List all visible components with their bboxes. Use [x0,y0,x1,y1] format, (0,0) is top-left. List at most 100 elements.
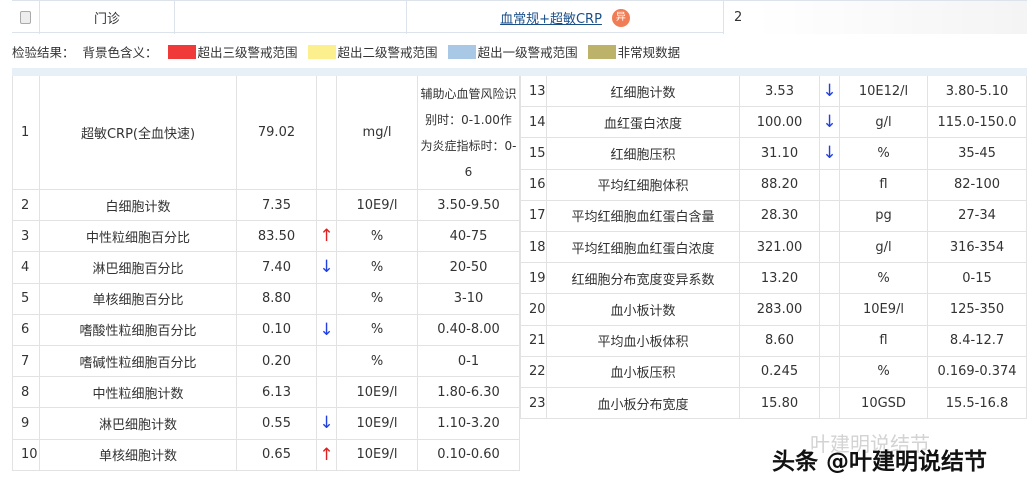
table-row: 2 白细胞计数 7.35 10E9/l 3.50-9.50 [12,190,520,222]
cell-range: 3.50-9.50 [418,190,520,221]
cell-name: 单核细胞百分比 [40,283,237,314]
cell-unit: g/l [840,107,928,138]
cell-unit: g/l [840,232,928,263]
cell-range: 20-50 [418,252,520,283]
cell-unit: pg [840,200,928,231]
cell-no: 10 [12,439,40,470]
cell-unit: 10E9/l [337,408,418,439]
table-row: 16 平均红细胞体积 88.20 fl 82-100 [520,169,1027,201]
flag-cell [317,76,337,189]
flag-cell [820,294,840,325]
table-row: 21 平均血小板体积 8.60 fl 8.4-12.7 [520,325,1027,357]
cell-no: 22 [520,356,547,387]
legend-meaning: 背景色含义： [82,45,158,60]
arrow-down-icon: ↓ [822,112,837,133]
flag-cell [820,388,840,419]
cell-range: 1.80-6.30 [418,377,520,408]
flag-cell [317,346,337,377]
row-checkbox[interactable] [12,1,40,34]
cell-unit: % [337,221,418,252]
cell-value: 31.10 [740,138,820,169]
cell-name: 平均血小板体积 [547,325,740,356]
cell-name: 红细胞压积 [547,138,740,169]
table-row: 4 淋巴细胞百分比 7.40 ↓% 20-50 [12,252,520,284]
flag-cell: ↑ [317,439,337,470]
cell-range: 3.80-5.10 [928,76,1027,107]
cell-name: 红细胞分布宽度变异系数 [547,263,740,294]
arrow-down-icon: ↓ [319,257,334,278]
cell-range: 0.10-0.60 [418,439,520,470]
abnormal-badge: 异 [611,8,630,27]
cell-no: 3 [12,221,40,252]
cell-no: 7 [12,346,40,377]
table-row: 22 血小板压积 0.245% 0.169-0.374 [520,356,1027,388]
cell-range: 辅助心血管风险识别时：0-1.00作为炎症指标时：0-6 [418,76,520,189]
flag-cell [317,190,337,221]
cell-no: 20 [520,294,547,325]
legend-item-label: 超出二级警戒范围 [337,45,438,60]
cell-name: 单核细胞计数 [40,439,237,470]
cell-no: 15 [520,138,547,169]
cell-unit: % [840,356,928,387]
cell-value: 283.00 [740,294,820,325]
cell-unit: % [337,314,418,345]
cell-unit: 10E9/l [337,190,418,221]
cell-value: 0.10 [237,314,317,345]
arrow-down-icon: ↓ [319,319,334,340]
table-row: 1 超敏CRP(全血快速) 79.02 mg/l 辅助心血管风险识别时：0-1.00作为… [12,76,520,190]
cell-no: 13 [520,76,547,107]
cell-name: 平均红细胞体积 [547,169,740,200]
flag-cell: ↓ [820,76,840,107]
test-link[interactable]: 血常规+超敏CRP [500,8,602,27]
legend-items: 超出三级警戒范围 超出二级警戒范围 超出一级警戒范围 非常规数据 [158,42,680,61]
cell-range: 40-75 [418,221,520,252]
cell-value: 7.40 [237,252,317,283]
cell-unit: 10E12/l [840,76,928,107]
table-row: 7 嗜碱性粒细胞百分比 0.20% 0-1 [12,346,520,378]
cell-value: 79.02 [237,76,317,189]
cell-range: 82-100 [928,169,1027,200]
cell-unit: fl [840,169,928,200]
cell-value: 6.13 [237,377,317,408]
cell-range: 0.40-8.00 [418,314,520,345]
table-row: 20 血小板计数 283.00 10E9/l 125-350 [520,294,1027,326]
flag-cell [820,232,840,263]
cell-no: 9 [12,408,40,439]
cell-no: 23 [520,388,547,419]
cell-name: 嗜碱性粒细胞百分比 [40,346,237,377]
cell-range: 35-45 [928,138,1027,169]
table-header-strip [12,68,1027,76]
redacted-cell [175,1,407,34]
cell-unit: 10E9/l [840,294,928,325]
cell-range: 125-350 [928,294,1027,325]
cell-value: 0.245 [740,356,820,387]
cell-unit: 10E9/l [337,439,418,470]
table-row: 10 单核细胞计数 0.65 ↑ 10E9/l 0.10-0.60 [12,439,520,471]
cell-no: 6 [12,314,40,345]
date-cell: 2 [724,1,1027,34]
record-row[interactable]: 门诊 血常规+超敏CRP 异 2 [12,0,1027,34]
flag-cell: ↓ [317,252,337,283]
table-row: 13 红细胞计数 3.53 ↓ 10E12/l 3.80-5.10 [520,76,1027,108]
legend: 检验结果： 背景色含义： 超出三级警戒范围 超出二级警戒范围 超出一级警戒范围 非常规… [12,42,680,61]
cell-no: 19 [520,263,547,294]
arrow-up-icon: ↑ [319,226,334,247]
table-row: 18 平均红细胞血红蛋白浓度 321.00 g/l 316-354 [520,232,1027,264]
cell-no: 2 [12,190,40,221]
cell-range: 1.10-3.20 [418,408,520,439]
cell-value: 13.20 [740,263,820,294]
visit-type: 门诊 [40,1,175,34]
watermark-large: 头条 @叶建明说结节 [772,449,988,475]
cell-no: 14 [520,107,547,138]
cell-no: 21 [520,325,547,356]
legend-item-label: 超出三级警戒范围 [197,45,298,60]
flag-cell [317,377,337,408]
table-row: 23 血小板分布宽度 15.80 10GSD 15.5-16.8 [520,388,1027,420]
cell-value: 8.80 [237,283,317,314]
legend-swatch [587,44,616,59]
cell-name: 平均红细胞血红蛋白含量 [547,200,740,231]
cell-name: 血小板分布宽度 [547,388,740,419]
cell-range: 115.0-150.0 [928,107,1027,138]
flag-cell: ↓ [820,138,840,169]
cell-name: 白细胞计数 [40,190,237,221]
